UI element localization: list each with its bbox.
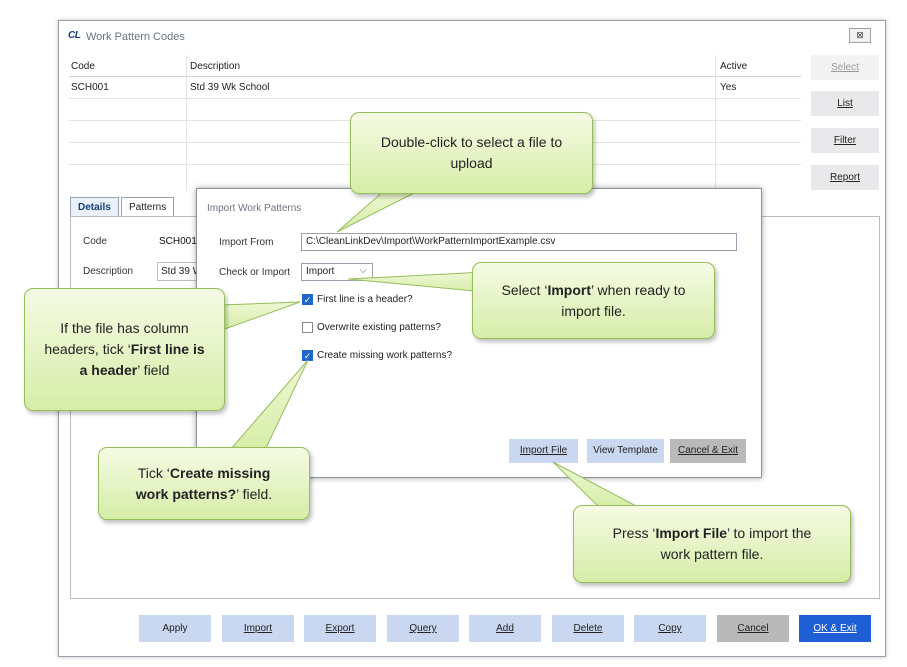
callout-create-missing: Tick ‘Create missing work patterns?’ fie… xyxy=(98,447,310,520)
callout-double-click-text: Double-click to select a file to upload xyxy=(380,134,563,171)
text-bold: Import File xyxy=(655,525,728,541)
text-part: Press ‘ xyxy=(612,525,656,541)
callout-create-missing-text: Tick ‘Create missing work patterns?’ fie… xyxy=(121,463,287,505)
callout-tail-header xyxy=(221,301,301,331)
callout-tail-select-import xyxy=(347,271,486,293)
text-part: Select ‘ xyxy=(501,281,548,298)
callout-tail-create-missing xyxy=(228,359,309,451)
text-bold: Import xyxy=(547,281,592,298)
text-part: Tick ‘ xyxy=(137,464,170,481)
callout-tail-import-file xyxy=(552,461,641,509)
callout-import-file-text: Press ‘Import File’ to import the work p… xyxy=(602,523,822,565)
callout-tail-double-click xyxy=(336,189,421,233)
callout-double-click: Double-click to select a file to upload xyxy=(350,112,593,194)
callout-select-import-text: Select ‘Import’ when ready to import fil… xyxy=(493,280,694,322)
text-part: ’ field xyxy=(137,362,170,378)
text-part: ’ field. xyxy=(236,485,273,502)
callout-import-file: Press ‘Import File’ to import the work p… xyxy=(573,505,851,583)
callout-header: If the file has column headers, tick ‘Fi… xyxy=(24,288,225,411)
callout-select-import: Select ‘Import’ when ready to import fil… xyxy=(472,262,715,339)
callout-header-text: If the file has column headers, tick ‘Fi… xyxy=(41,318,208,381)
